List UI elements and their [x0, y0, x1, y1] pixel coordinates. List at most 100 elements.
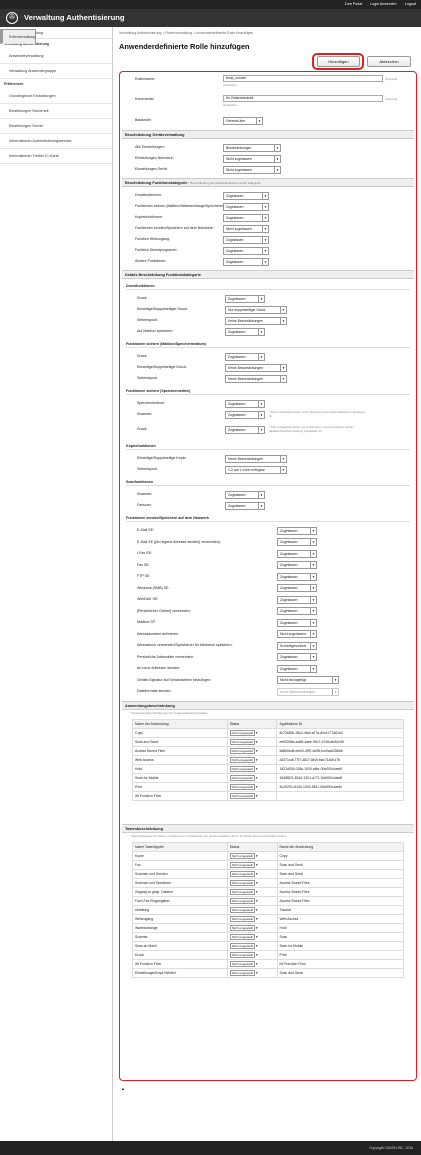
status-select[interactable]: Nicht eingestellt: [229, 756, 255, 763]
setting-select[interactable]: Nicht zugelassen ▼: [223, 165, 281, 174]
setting-select[interactable]: Zugelassen ▼: [277, 572, 317, 581]
setting-select[interactable]: Zugelassen ▼: [277, 584, 317, 592]
status-select[interactable]: Nicht eingestellt: [229, 879, 255, 886]
setting-select[interactable]: Keine Beschränkungen ▼: [225, 374, 287, 383]
status-select[interactable]: Nicht eingestellt: [229, 774, 255, 781]
back-to-top-icon[interactable]: ▲: [121, 1086, 125, 1091]
logout-link[interactable]: Logout: [405, 2, 416, 6]
setting-select[interactable]: Nur doppelseitiger Druck ▼: [225, 305, 287, 314]
setting-select[interactable]: Zugelassen ▼: [223, 191, 269, 200]
status-select[interactable]: Nicht eingestellt: [229, 951, 255, 958]
add-button[interactable]: Hinzufügen: [317, 56, 360, 67]
setting-row: Seitenlayout: Keine Beschränkungen ▼: [127, 373, 412, 384]
setting-select[interactable]: Zugelassen ▼: [225, 327, 265, 336]
setting-select[interactable]: Zugelassen ▼: [223, 257, 269, 266]
sidebar-item-ic-card[interactable]: Informationen Treiber IC-Karte: [0, 149, 112, 164]
comment-input[interactable]: für Zeitarbeitskraft: [223, 95, 383, 102]
setting-select[interactable]: Zugelassen ▼: [277, 618, 317, 627]
setting-select[interactable]: Keine Beschränkungen ▼: [277, 687, 339, 696]
setting-select[interactable]: Nicht hinzugefügt ▼: [277, 676, 339, 684]
table-cell: Nicht eingestellt ▾: [226, 772, 278, 783]
status-select[interactable]: Nicht eingestellt: [229, 906, 255, 913]
status-select[interactable]: Nicht eingestellt: [229, 933, 255, 940]
portal-link[interactable]: Zum Portal: [345, 2, 363, 6]
baserole-row: Basisrolle: GeneralUser ▼: [127, 115, 412, 126]
setting-label: Andere Funktionen:: [135, 259, 167, 263]
setting-label: Kopierfunktionen:: [135, 215, 163, 219]
rolename-input[interactable]: temp_custom: [223, 75, 383, 82]
chevron-down-icon: ▼: [274, 166, 279, 173]
setting-value: Zugelassen: [280, 655, 298, 659]
chevron-down-icon: ▼: [256, 117, 261, 124]
setting-select[interactable]: Zugelassen ▼: [277, 607, 317, 615]
setting-value: Zugelassen: [280, 574, 298, 579]
setting-select[interactable]: Zugelassen ▼: [277, 653, 317, 661]
status-select[interactable]: Nicht eingestellt: [229, 870, 255, 877]
setting-select[interactable]: Zugelassen ▼: [223, 246, 269, 255]
setting-select[interactable]: Zugelassen ▼: [225, 352, 265, 361]
setting-label: Seitenlayout:: [137, 467, 158, 471]
baserole-select[interactable]: GeneralUser ▼: [223, 116, 263, 125]
chevron-down-icon: ▼: [262, 247, 267, 254]
setting-select[interactable]: Zugelassen ▼: [277, 538, 317, 546]
status-select[interactable]: Nicht eingestellt: [229, 969, 255, 976]
setting-select[interactable]: Nicht zugelassen ▼: [223, 224, 269, 233]
setting-select[interactable]: Zugelassen ▼: [225, 490, 265, 499]
sidebar-item-users[interactable]: Anwenderverwaltung: [0, 49, 112, 64]
setting-select[interactable]: Zugelassen ▼: [225, 501, 265, 510]
cell-text: Web Access: [135, 757, 154, 762]
setting-select[interactable]: Zugelassen ▼: [225, 410, 265, 419]
cell-text: Scan and Send: [279, 970, 303, 975]
setting-select[interactable]: Zugelassen ▼: [277, 549, 317, 558]
setting-select[interactable]: Keine Beschränkungen ▼: [225, 316, 287, 325]
setting-select[interactable]: Schreibgeschützt ▼: [277, 641, 317, 650]
cancel-button[interactable]: Abbrechen: [367, 56, 411, 67]
setting-select[interactable]: 1-2 auf 1 nicht verfügbar ▼: [225, 465, 287, 474]
setting-select[interactable]: Zugelassen ▼: [277, 664, 317, 673]
status-select[interactable]: Nicht eingestellt: [229, 729, 255, 736]
sidebar-item-groups[interactable]: Verwaltung Anwendergruppe: [0, 64, 112, 79]
setting-select[interactable]: Zugelassen ▼: [225, 425, 265, 434]
cell-text: Hold: [279, 925, 287, 930]
status-select[interactable]: Nicht eingestellt: [229, 924, 255, 931]
setting-select[interactable]: Keine Beschränkungen ▼: [225, 454, 287, 463]
setting-select[interactable]: Nicht zugelassen ▼: [277, 630, 317, 638]
table-cell: Webzugang: [132, 913, 228, 924]
status-select[interactable]: Nicht eingestellt: [229, 897, 255, 904]
sidebar-item-security[interactable]: Einstellungen Sicherheit: [0, 104, 112, 119]
sidebar-item-basic[interactable]: Grundlegende Einstellungen: [0, 89, 112, 104]
setting-select[interactable]: Zugelassen ▼: [223, 202, 269, 211]
setting-select[interactable]: Zugelassen ▼: [277, 561, 317, 569]
sidebar-item-server[interactable]: Einstellungen Server: [0, 119, 112, 134]
setting-select[interactable]: Nicht zugelassen ▼: [223, 154, 281, 163]
sidebar-item-roles[interactable]: Rollenverwaltung: [0, 28, 37, 44]
setting-select[interactable]: Zugelassen ▼: [225, 294, 265, 303]
status-select[interactable]: Nicht eingestellt: [229, 960, 255, 967]
setting-select[interactable]: Zugelassen ▼: [277, 526, 317, 535]
setting-select[interactable]: Zugelassen ▼: [223, 235, 269, 244]
chevron-down-icon: ▼: [262, 225, 267, 232]
setting-row: Seitenlayout: Keine Beschränkungen ▼: [127, 315, 412, 326]
status-select[interactable]: Nicht eingestellt: [229, 738, 255, 745]
setting-select[interactable]: Zugelassen ▼: [223, 213, 269, 222]
status-select[interactable]: Nicht eingestellt: [229, 765, 255, 772]
status-select[interactable]: Nicht eingestellt: [229, 783, 255, 790]
status-select[interactable]: Nicht eingestellt: [229, 852, 255, 859]
optional-hint: (Optional): [385, 97, 398, 101]
table-cell: Nicht eingestellt ▾: [226, 949, 278, 960]
setting-row: Scannen: Zugelassen ▼: [127, 489, 412, 500]
setting-label: WebDAV SE:: [137, 597, 159, 601]
setting-select[interactable]: Keine Beschränkungen ▼: [225, 363, 287, 372]
setting-select[interactable]: Beschränkungen ▼: [223, 143, 281, 152]
table-row: Scan an Mobil Nicht eingestellt ▾ Scan for…: [132, 940, 405, 951]
setting-select[interactable]: Zugelassen ▼: [225, 399, 265, 408]
status-select[interactable]: Nicht eingestellt: [229, 888, 255, 895]
sidebar-item-auth-info[interactable]: Informationen Authentisierungsservice: [0, 134, 112, 149]
status-select[interactable]: Nicht eingestellt: [229, 915, 255, 922]
status-select[interactable]: Nicht eingestellt: [229, 792, 255, 799]
setting-select[interactable]: Zugelassen ▼: [277, 595, 317, 604]
status-select[interactable]: Nicht eingestellt: [229, 861, 255, 868]
status-select[interactable]: Nicht eingestellt: [229, 942, 255, 949]
status-select[interactable]: Nicht eingestellt: [229, 747, 255, 754]
table-cell: Nicht eingestellt ▾: [226, 913, 278, 924]
